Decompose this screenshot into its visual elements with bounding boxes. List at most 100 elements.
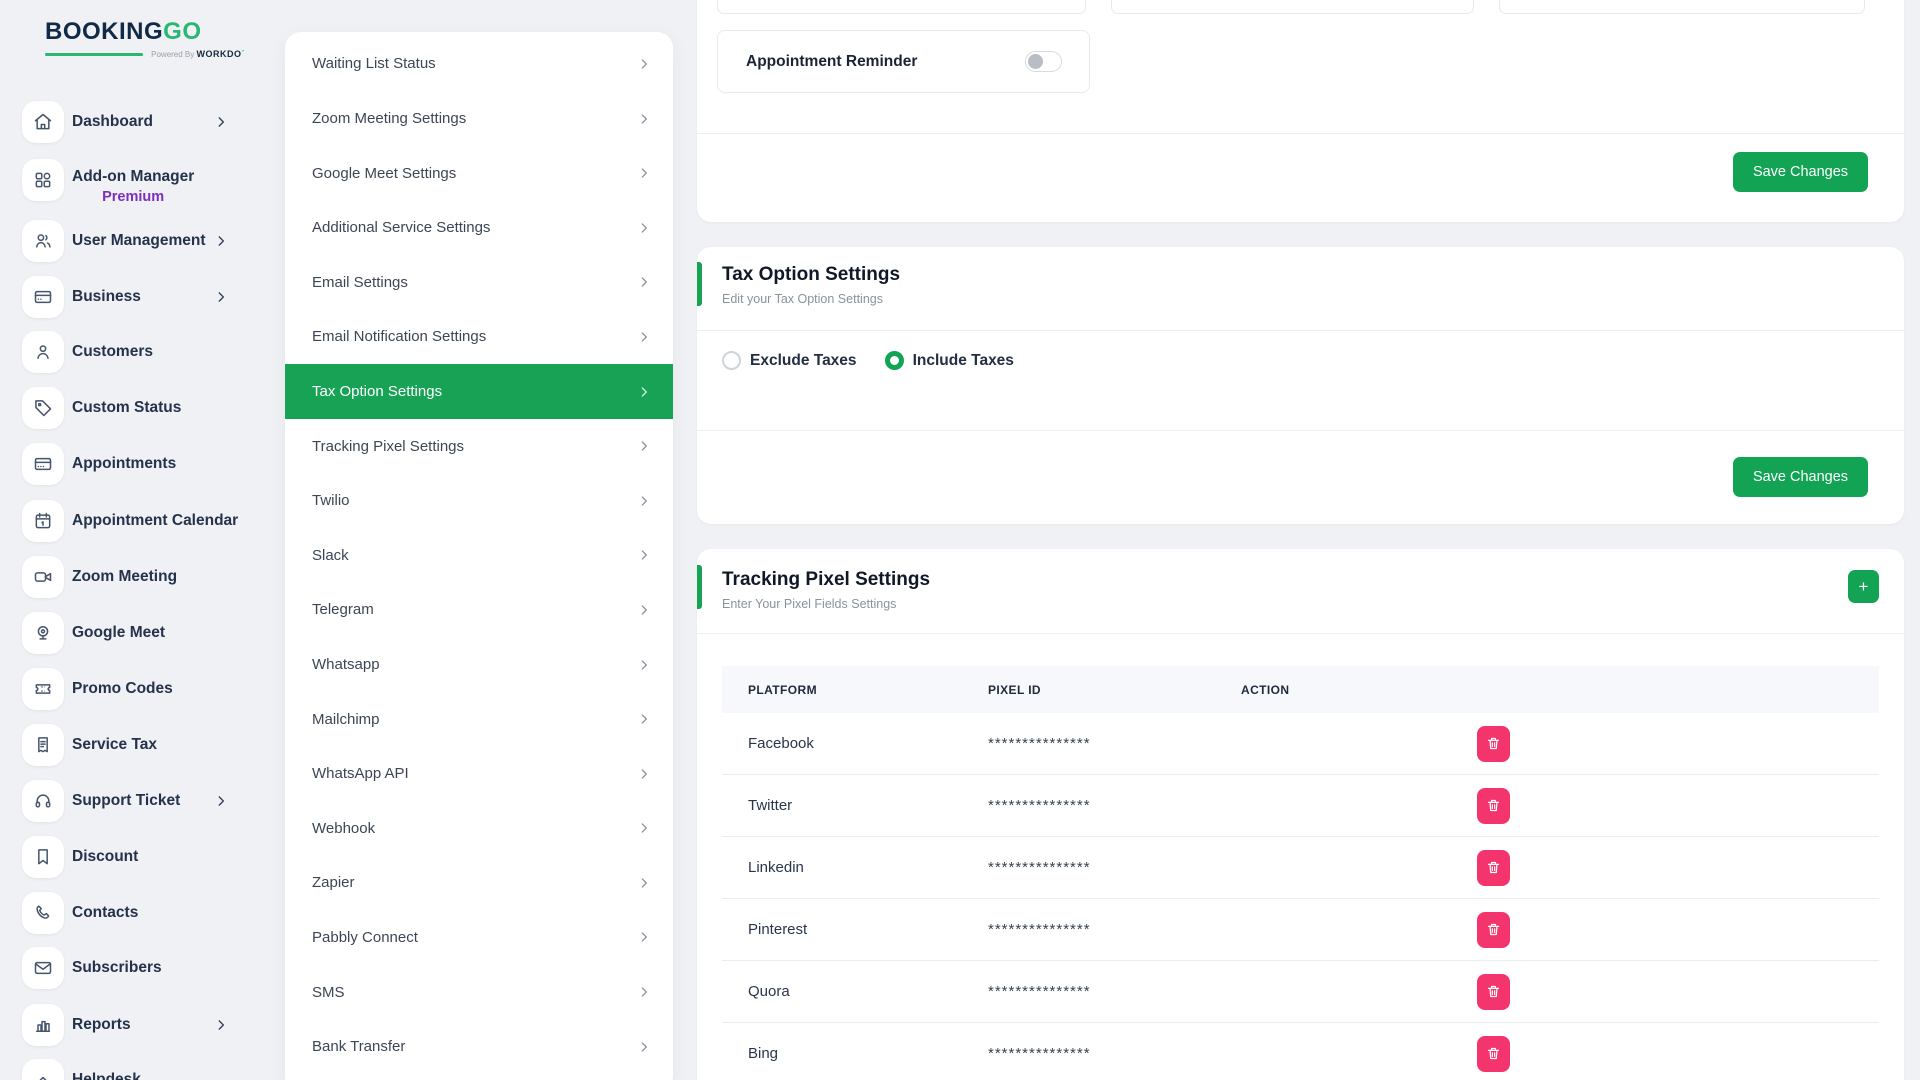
sidebar-item-user-management[interactable]: User Management	[0, 220, 285, 262]
sidebar-item-zoom-meeting[interactable]: Zoom Meeting	[0, 556, 285, 598]
sidebar-item-label: Zoom Meeting	[72, 567, 177, 588]
sidebar-item-label: Support Ticket	[72, 791, 180, 812]
platform-cell: Facebook	[722, 735, 988, 752]
delete-button[interactable]	[1477, 912, 1510, 948]
settings-item-pabbly-connect[interactable]: Pabbly Connect	[285, 910, 673, 965]
sidebar-item-label: Custom Status	[72, 398, 181, 419]
input-field-partial[interactable]	[1499, 0, 1865, 14]
tax-option-settings-card: Tax Option Settings Edit your Tax Option…	[697, 247, 1904, 524]
settings-item-mailchimp[interactable]: Mailchimp	[285, 692, 673, 747]
settings-item-tracking-pixel-settings[interactable]: Tracking Pixel Settings	[285, 419, 673, 474]
appointment-reminder-label: Appointment Reminder	[746, 53, 917, 71]
credit-card-icon	[22, 276, 64, 318]
sidebar-item-custom-status[interactable]: Custom Status	[0, 387, 285, 429]
pixel-table: PLATFORM PIXEL ID ACTION Facebook ******…	[722, 666, 1879, 1080]
sidebar-item-dashboard[interactable]: Dashboard	[0, 101, 285, 143]
input-field-partial[interactable]	[717, 0, 1086, 14]
brand-logo[interactable]: BOOKINGGO Powered By WORKDO´	[45, 18, 245, 59]
sidebar-item-promo-codes[interactable]: Promo Codes	[0, 668, 285, 710]
card-icon	[22, 443, 64, 485]
delete-button[interactable]	[1477, 788, 1510, 824]
settings-item-email-notification-settings[interactable]: Email Notification Settings	[285, 310, 673, 365]
chevron-right-icon	[637, 876, 651, 890]
include-taxes-radio[interactable]	[885, 351, 904, 370]
chevron-right-icon	[637, 57, 651, 71]
sidebar-item-label: Promo Codes	[72, 679, 173, 700]
sidebar-item-reports[interactable]: Reports	[0, 1004, 285, 1046]
settings-item-email-settings[interactable]: Email Settings	[285, 255, 673, 310]
sidebar-item-label: Add-on ManagerPremium	[72, 167, 194, 207]
section-subtitle: Enter Your Pixel Fields Settings	[722, 597, 896, 611]
chevron-right-icon	[214, 1018, 228, 1032]
notification-settings-card: Appointment Reminder Save Changes	[697, 0, 1904, 222]
settings-item-telegram[interactable]: Telegram	[285, 583, 673, 638]
column-header-platform: PLATFORM	[722, 683, 988, 697]
settings-item-whatsapp-api[interactable]: WhatsApp API	[285, 746, 673, 801]
users-icon	[22, 220, 64, 262]
platform-cell: Twitter	[722, 797, 988, 814]
sidebar-item-google-meet[interactable]: Google Meet	[0, 612, 285, 654]
divider	[697, 133, 1904, 134]
delete-button[interactable]	[1477, 850, 1510, 886]
page: BOOKINGGO Powered By WORKDO´ Dashboard A…	[0, 0, 1920, 1080]
sidebar-item-label: Contacts	[72, 903, 138, 924]
calendar-icon	[22, 500, 64, 542]
delete-button[interactable]	[1477, 974, 1510, 1010]
sidebar-item-label: Appointment Calendar	[72, 511, 238, 532]
include-taxes-label[interactable]: Include Taxes	[913, 352, 1014, 370]
settings-item-sms[interactable]: SMS	[285, 965, 673, 1020]
platform-cell: Linkedin	[722, 859, 988, 876]
table-row: Facebook ***************	[722, 713, 1879, 775]
settings-item-twilio[interactable]: Twilio	[285, 473, 673, 528]
brand-name-primary: BOOKING	[45, 18, 163, 45]
save-changes-button[interactable]: Save Changes	[1733, 152, 1868, 192]
input-field-partial[interactable]	[1111, 0, 1474, 14]
delete-button[interactable]	[1477, 1036, 1510, 1072]
bar-chart-icon	[22, 1004, 64, 1046]
save-changes-button[interactable]: Save Changes	[1733, 457, 1868, 497]
settings-item-waiting-list-status[interactable]: Waiting List Status	[285, 37, 673, 92]
delete-button[interactable]	[1477, 726, 1510, 762]
chevron-right-icon	[637, 767, 651, 781]
trash-icon	[1486, 736, 1501, 751]
video-camera-icon	[22, 556, 64, 598]
settings-item-webhook[interactable]: Webhook	[285, 801, 673, 856]
sidebar-item-subscribers[interactable]: Subscribers	[0, 947, 285, 989]
appointment-reminder-toggle[interactable]	[1025, 51, 1062, 72]
settings-item-slack[interactable]: Slack	[285, 528, 673, 583]
settings-item-zoom-meeting-settings[interactable]: Zoom Meeting Settings	[285, 91, 673, 146]
sidebar-item-label: Appointments	[72, 454, 176, 475]
premium-badge: Premium	[72, 188, 194, 208]
exclude-taxes-label[interactable]: Exclude Taxes	[750, 352, 857, 370]
sidebar-item-business[interactable]: Business	[0, 276, 285, 318]
sidebar-item-contacts[interactable]: Contacts	[0, 892, 285, 934]
brand-tagline: Powered By WORKDO´	[45, 49, 245, 59]
pixel-id-cell: ***************	[988, 983, 1241, 1000]
sidebar-item-helpdesk[interactable]: Helpdesk	[0, 1059, 285, 1080]
chevron-right-icon	[214, 290, 228, 304]
settings-item-whatsapp[interactable]: Whatsapp	[285, 637, 673, 692]
pixel-id-cell: ***************	[988, 1045, 1241, 1062]
chevron-right-icon	[637, 930, 651, 944]
sidebar-item-appointments[interactable]: Appointments	[0, 443, 285, 485]
settings-item-google-meet-settings[interactable]: Google Meet Settings	[285, 146, 673, 201]
sidebar-item-customers[interactable]: Customers	[0, 331, 285, 373]
chevron-right-icon	[637, 385, 651, 399]
sidebar-item-addon-manager[interactable]: Add-on ManagerPremium	[0, 159, 285, 215]
sidebar-item-label: Discount	[72, 847, 138, 868]
pixel-id-cell: ***************	[988, 797, 1241, 814]
settings-item-additional-service-settings[interactable]: Additional Service Settings	[285, 200, 673, 255]
sidebar-item-service-tax[interactable]: Service Tax	[0, 724, 285, 766]
settings-item-bank-transfer[interactable]: Bank Transfer	[285, 1019, 673, 1074]
section-accent-bar	[697, 262, 702, 306]
sidebar: BOOKINGGO Powered By WORKDO´ Dashboard A…	[0, 0, 285, 1080]
settings-item-tax-option-settings[interactable]: Tax Option Settings	[285, 364, 673, 419]
sidebar-item-support-ticket[interactable]: Support Ticket	[0, 780, 285, 822]
column-header-action: ACTION	[1241, 683, 1879, 697]
add-pixel-button[interactable]: +	[1848, 570, 1879, 603]
sidebar-item-discount[interactable]: Discount	[0, 836, 285, 878]
settings-item-zapier[interactable]: Zapier	[285, 856, 673, 911]
exclude-taxes-radio[interactable]	[722, 351, 741, 370]
sidebar-item-appointment-calendar[interactable]: Appointment Calendar	[0, 500, 285, 542]
pixel-id-cell: ***************	[988, 921, 1241, 938]
